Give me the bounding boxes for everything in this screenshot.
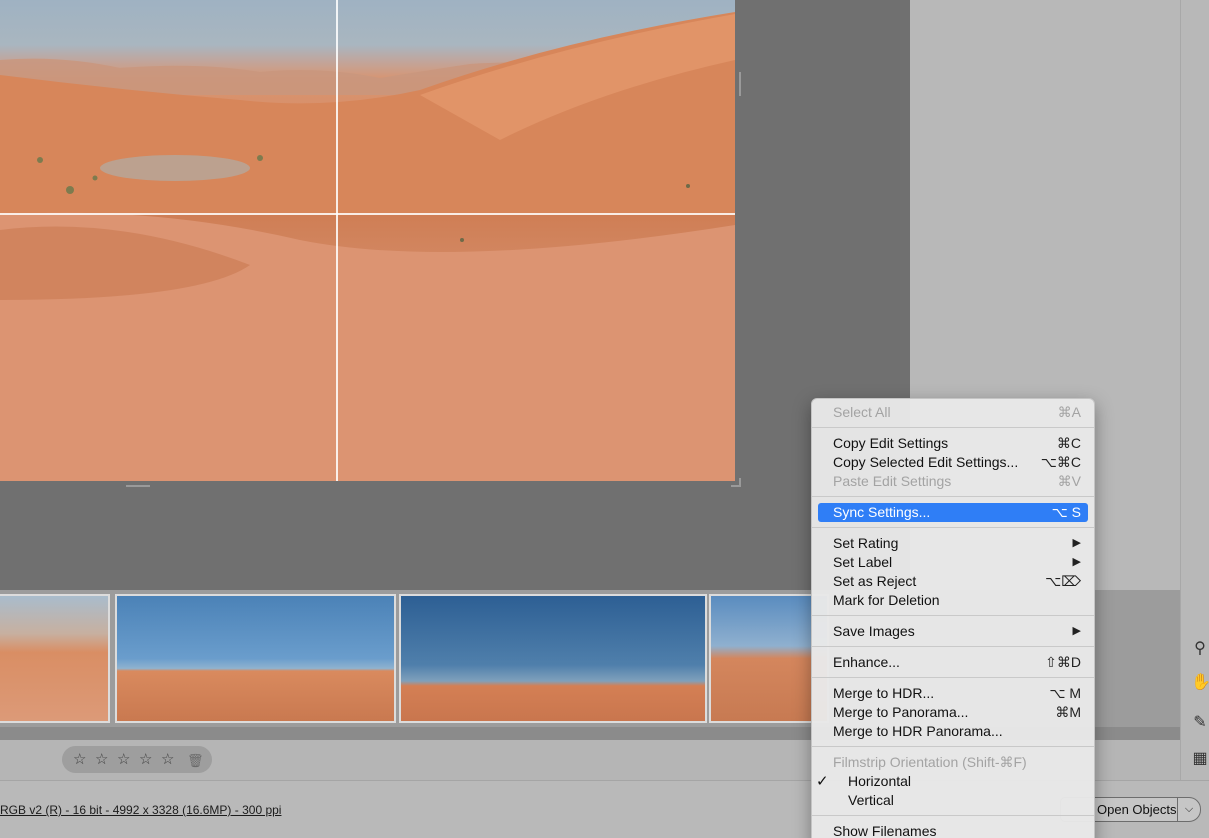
- menu-item-label: Merge to HDR Panorama...: [833, 723, 1003, 739]
- menu-item-label: Filmstrip Orientation (Shift-⌘F): [833, 754, 1027, 770]
- menu-item-copy-edit-settings[interactable]: Copy Edit Settings ⌘C: [812, 434, 1094, 453]
- menu-separator: [812, 677, 1094, 678]
- crop-handle-bottom[interactable]: [126, 485, 150, 487]
- submenu-arrow-icon: ▶: [1072, 556, 1081, 568]
- chevron-down-icon[interactable]: ⌵: [1177, 797, 1201, 822]
- menu-separator: [812, 646, 1094, 647]
- menu-shortcut: ⌘M: [1055, 704, 1081, 720]
- menu-item-sync-settings[interactable]: Sync Settings... ⌥ S: [818, 503, 1088, 522]
- menu-item-merge-to-hdr[interactable]: Merge to HDR... ⌥ M: [812, 684, 1094, 703]
- menu-item-copy-selected-edit-settings[interactable]: Copy Selected Edit Settings... ⌥⌘C: [812, 453, 1094, 472]
- menu-item-filmstrip-orientation: Filmstrip Orientation (Shift-⌘F): [812, 753, 1094, 772]
- desert-dunes-graphic: [0, 12, 735, 481]
- tool-strip: [1180, 0, 1209, 780]
- file-info-link[interactable]: sRGB v2 (R) - 16 bit - 4992 x 3328 (16.6…: [0, 803, 281, 817]
- hand-icon[interactable]: ✋: [1191, 674, 1209, 692]
- menu-shortcut: ⇧⌘D: [1045, 654, 1081, 670]
- menu-item-label: Set as Reject: [833, 573, 917, 589]
- crop-grid-vertical: [336, 0, 338, 481]
- trash-icon[interactable]: 🗑: [187, 753, 204, 769]
- menu-item-select-all[interactable]: Select All ⌘A: [812, 403, 1094, 422]
- menu-item-save-images[interactable]: Save Images ▶: [812, 622, 1094, 641]
- menu-shortcut: ⌘C: [1056, 435, 1081, 451]
- menu-item-label: Set Label: [833, 554, 893, 570]
- menu-item-merge-to-panorama[interactable]: Merge to Panorama... ⌘M: [812, 703, 1094, 722]
- menu-item-label: Copy Edit Settings: [833, 435, 949, 451]
- menu-item-label: Enhance...: [833, 654, 900, 670]
- eyedropper-icon[interactable]: ✎: [1191, 714, 1209, 732]
- star-icon[interactable]: ☆: [117, 750, 130, 768]
- menu-item-label: Merge to HDR...: [833, 685, 935, 701]
- menu-shortcut: ⌥ S: [1051, 504, 1081, 520]
- menu-item-merge-to-hdr-panorama[interactable]: Merge to HDR Panorama...: [812, 722, 1094, 741]
- menu-item-set-rating[interactable]: Set Rating ▶: [812, 534, 1094, 553]
- menu-item-enhance[interactable]: Enhance... ⇧⌘D: [812, 653, 1094, 672]
- menu-shortcut: ⌘V: [1057, 473, 1081, 489]
- menu-shortcut: ⌥ M: [1049, 685, 1081, 701]
- menu-item-set-label[interactable]: Set Label ▶: [812, 553, 1094, 572]
- star-icon[interactable]: ☆: [139, 750, 152, 768]
- menu-item-show-filenames[interactable]: Show Filenames: [812, 822, 1094, 838]
- menu-separator: [812, 746, 1094, 747]
- menu-item-label: Save Images: [833, 623, 915, 639]
- menu-item-paste-edit-settings[interactable]: Paste Edit Settings ⌘V: [812, 472, 1094, 491]
- menu-separator: [812, 815, 1094, 816]
- menu-item-label: Vertical: [848, 792, 894, 808]
- menu-separator: [812, 496, 1094, 497]
- star-icon[interactable]: ☆: [95, 750, 108, 768]
- menu-separator: [812, 527, 1094, 528]
- menu-item-mark-for-deletion[interactable]: Mark for Deletion: [812, 591, 1094, 610]
- grid-icon[interactable]: ▦: [1191, 750, 1209, 768]
- context-menu: Select All ⌘A Copy Edit Settings ⌘C Copy…: [811, 398, 1095, 838]
- menu-item-label: Set Rating: [833, 535, 899, 551]
- filmstrip-thumb-2[interactable]: [115, 594, 396, 723]
- filmstrip-thumb-3[interactable]: [399, 594, 707, 723]
- star-rating[interactable]: ☆ ☆ ☆ ☆ ☆ 🗑: [62, 746, 212, 773]
- menu-separator: [812, 615, 1094, 616]
- checkmark-icon: ✓: [816, 773, 829, 790]
- menu-shortcut: ⌘A: [1057, 404, 1081, 420]
- menu-item-label: Horizontal: [848, 773, 912, 789]
- filmstrip-thumb-1[interactable]: [0, 594, 110, 723]
- menu-item-label: Show Filenames: [833, 823, 937, 838]
- menu-shortcut: ⌥⌘C: [1040, 454, 1081, 470]
- menu-item-label: Paste Edit Settings: [833, 473, 952, 489]
- crop-handle-right[interactable]: [739, 72, 741, 96]
- menu-item-set-as-reject[interactable]: Set as Reject ⌥⌦: [812, 572, 1094, 591]
- menu-shortcut: ⌥⌦: [1045, 573, 1081, 589]
- menu-item-label: Mark for Deletion: [833, 592, 940, 608]
- star-icon[interactable]: ☆: [73, 750, 86, 768]
- menu-item-vertical[interactable]: Vertical: [812, 791, 1094, 810]
- submenu-arrow-icon: ▶: [1072, 625, 1081, 637]
- menu-item-label: Merge to Panorama...: [833, 704, 969, 720]
- crop-handle-corner-v[interactable]: [739, 478, 741, 487]
- submenu-arrow-icon: ▶: [1072, 537, 1081, 549]
- menu-item-label: Select All: [833, 404, 891, 420]
- menu-item-horizontal[interactable]: ✓ Horizontal: [812, 772, 1094, 791]
- zoom-icon[interactable]: ⚲: [1191, 640, 1209, 658]
- menu-separator: [812, 427, 1094, 428]
- menu-item-label: Sync Settings...: [833, 504, 931, 520]
- star-icon[interactable]: ☆: [161, 750, 174, 768]
- image-canvas[interactable]: [0, 0, 910, 590]
- menu-item-label: Copy Selected Edit Settings...: [833, 454, 1019, 470]
- desert-photo[interactable]: [0, 0, 735, 481]
- crop-grid-horizontal: [0, 213, 735, 215]
